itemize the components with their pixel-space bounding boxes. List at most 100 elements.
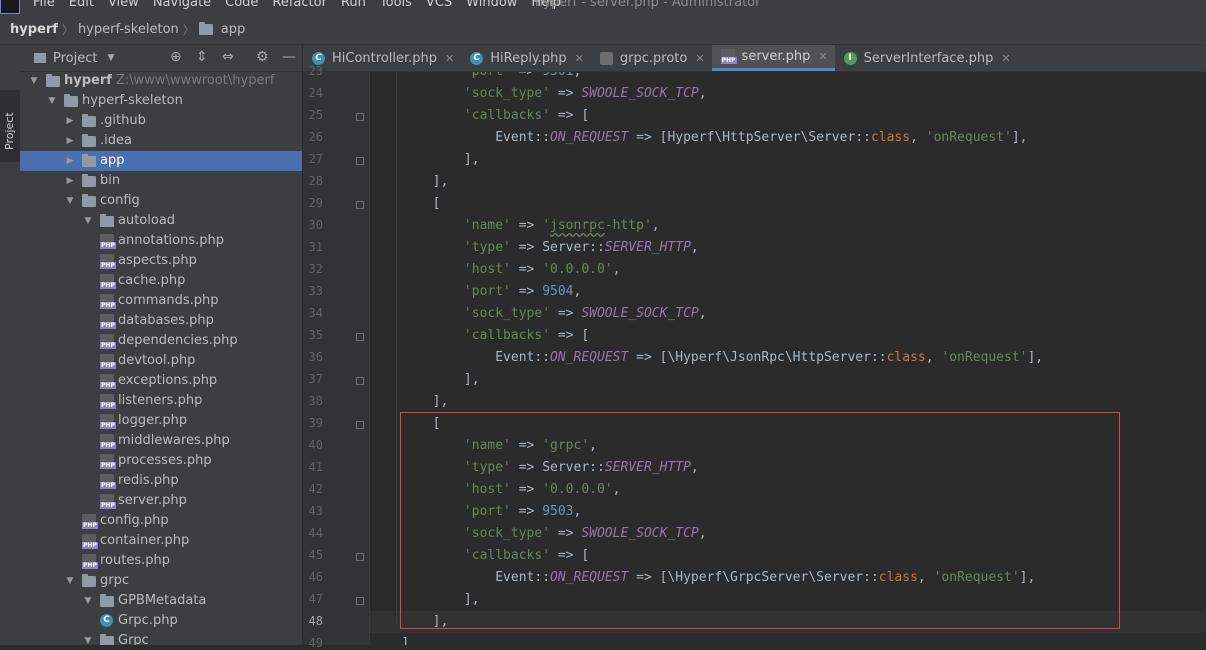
close-icon[interactable]: ✕	[1001, 52, 1010, 65]
fold-marker-icon[interactable]	[356, 113, 364, 121]
tree-item-listeners-php[interactable]: listeners.php	[20, 391, 302, 411]
tree-item-annotations-php[interactable]: annotations.php	[20, 231, 302, 251]
chevron-down-icon[interactable]: ▼	[64, 571, 76, 591]
code-token: 9501	[542, 72, 573, 79]
menu-file[interactable]: File	[33, 0, 55, 10]
chevron-down-icon[interactable]: ▼	[28, 71, 40, 91]
tree-item-aspects-php[interactable]: aspects.php	[20, 251, 302, 271]
tree-item-config[interactable]: ▼ config	[20, 191, 302, 211]
tree-item-github[interactable]: ▶ .github	[20, 111, 302, 131]
chevron-down-icon[interactable]: ▼	[82, 591, 94, 611]
collapse-all-icon[interactable]: ⇔	[222, 49, 234, 65]
close-icon[interactable]: ✕	[695, 52, 704, 65]
fold-marker-icon[interactable]	[356, 597, 364, 605]
tree-item-gpbmetadata[interactable]: ▼ GPBMetadata	[20, 591, 302, 611]
tree-item-app[interactable]: ▶ app	[20, 151, 302, 171]
project-tool-window-button[interactable]: Project	[0, 90, 20, 162]
code-token: 'onRequest'	[933, 570, 1020, 585]
breadcrumb-app[interactable]: app	[217, 22, 249, 37]
tree-item-autoload[interactable]: ▼ autoload	[20, 211, 302, 231]
menu-run[interactable]: Run	[341, 0, 366, 10]
tree-item-dependencies-php[interactable]: dependencies.php	[20, 331, 302, 351]
breadcrumb-project[interactable]: hyperf-skeleton	[74, 22, 183, 37]
tree-item-container-php[interactable]: container.php	[20, 531, 302, 551]
tree-item-databases-php[interactable]: databases.php	[20, 311, 302, 331]
tree-item-devtool-php[interactable]: devtool.php	[20, 351, 302, 371]
breadcrumb-root[interactable]: hyperf	[0, 22, 62, 37]
menu-window[interactable]: Window	[466, 0, 517, 10]
chevron-right-icon[interactable]: ▶	[64, 171, 76, 191]
folder-icon	[82, 174, 96, 187]
tab-hireply-php[interactable]: C HiReply.php ✕	[461, 45, 591, 71]
code-token: ,	[589, 438, 597, 453]
chevron-down-icon[interactable]: ▼	[46, 91, 58, 111]
line-number: 47	[308, 592, 323, 606]
menu-view[interactable]: View	[108, 0, 139, 10]
tree-item-idea[interactable]: ▶ .idea	[20, 131, 302, 151]
chevron-down-icon[interactable]: ▼	[82, 631, 94, 645]
menu-navigate[interactable]: Navigate	[153, 0, 211, 10]
menu-edit[interactable]: Edit	[69, 0, 94, 10]
close-icon[interactable]: ✕	[575, 52, 584, 65]
fold-marker-icon[interactable]	[356, 553, 364, 561]
fold-marker-icon[interactable]	[356, 421, 364, 429]
project-panel-title[interactable]: Project	[53, 51, 97, 66]
code-token: ,	[612, 482, 621, 497]
code-line: 'sock_type' => SWOOLE_SOCK_TCP,	[370, 303, 707, 325]
tree-item-logger-php[interactable]: logger.php	[20, 411, 302, 431]
tab-serverinterface-php[interactable]: I ServerInterface.php ✕	[835, 45, 1018, 71]
fold-marker-icon[interactable]	[356, 333, 364, 341]
chevron-right-icon[interactable]: ▶	[64, 151, 76, 171]
line-number: 45	[308, 548, 323, 562]
tab-grpc-proto[interactable]: grpc.proto ✕	[591, 45, 712, 71]
menu-refactor[interactable]: Refactor	[272, 0, 327, 10]
fold-marker-icon[interactable]	[356, 377, 364, 385]
chevron-down-icon[interactable]: ▼	[64, 191, 76, 211]
tree-item-exceptions-php[interactable]: exceptions.php	[20, 371, 302, 391]
close-icon[interactable]: ✕	[445, 52, 454, 65]
tree-item-hyperf[interactable]: ▼ hyperf Z:\www\wwwroot\hyperf	[20, 71, 302, 91]
code-token: ],	[432, 174, 449, 189]
tree-item-cache-php[interactable]: cache.php	[20, 271, 302, 291]
code-editor[interactable]: 'port' => 9501, 'sock_type' => SWOOLE_SO…	[370, 72, 1206, 645]
close-icon[interactable]: ✕	[818, 50, 827, 63]
tab-label: server.php	[741, 49, 811, 64]
folder-icon	[82, 114, 96, 127]
line-number: 39	[308, 416, 323, 430]
code-token: =>	[510, 482, 543, 497]
tree-item-label: config.php	[100, 513, 169, 528]
tree-item-routes-php[interactable]: routes.php	[20, 551, 302, 571]
tree-item-processes-php[interactable]: processes.php	[20, 451, 302, 471]
code-token: => [\Hyperf\GrpcServer\Server::	[628, 570, 879, 585]
expand-all-icon[interactable]: ⇕	[196, 49, 208, 65]
fold-marker-icon[interactable]	[356, 157, 364, 165]
tree-item-config-php[interactable]: config.php	[20, 511, 302, 531]
tab-label: ServerInterface.php	[863, 50, 994, 66]
menu-tools[interactable]: Tools	[380, 0, 412, 10]
tree-item-grpc[interactable]: ▼ grpc	[20, 571, 302, 591]
gear-icon[interactable]: ⚙	[256, 49, 269, 65]
chevron-right-icon[interactable]: ▶	[64, 131, 76, 151]
locate-icon[interactable]: ⊕	[170, 49, 182, 65]
menu-code[interactable]: Code	[225, 0, 258, 10]
fold-marker-icon[interactable]	[356, 201, 364, 209]
chevron-down-icon[interactable]: ▼	[107, 53, 114, 63]
tree-item-redis-php[interactable]: redis.php	[20, 471, 302, 491]
code-token: 'host'	[463, 262, 511, 277]
tree-item-grpc[interactable]: ▼ Grpc	[20, 631, 302, 645]
tree-item-grpc-php[interactable]: C Grpc.php	[20, 611, 302, 631]
chevron-down-icon[interactable]: ▼	[82, 211, 94, 231]
tree-item-hyperf-skeleton[interactable]: ▼ hyperf-skeleton	[20, 91, 302, 111]
tree-item-bin[interactable]: ▶ bin	[20, 171, 302, 191]
tree-item-middlewares-php[interactable]: middlewares.php	[20, 431, 302, 451]
hide-icon[interactable]: —	[282, 49, 296, 65]
code-token: 'host'	[463, 482, 511, 497]
tab-hicontroller-php[interactable]: C HiController.php ✕	[303, 45, 461, 71]
menu-vcs[interactable]: VCS	[426, 0, 452, 10]
chevron-right-icon[interactable]: ▶	[64, 111, 76, 131]
tree-item-commands-php[interactable]: commands.php	[20, 291, 302, 311]
tab-server-php[interactable]: server.php ✕	[711, 45, 835, 71]
tree-item-server-php[interactable]: server.php	[20, 491, 302, 511]
